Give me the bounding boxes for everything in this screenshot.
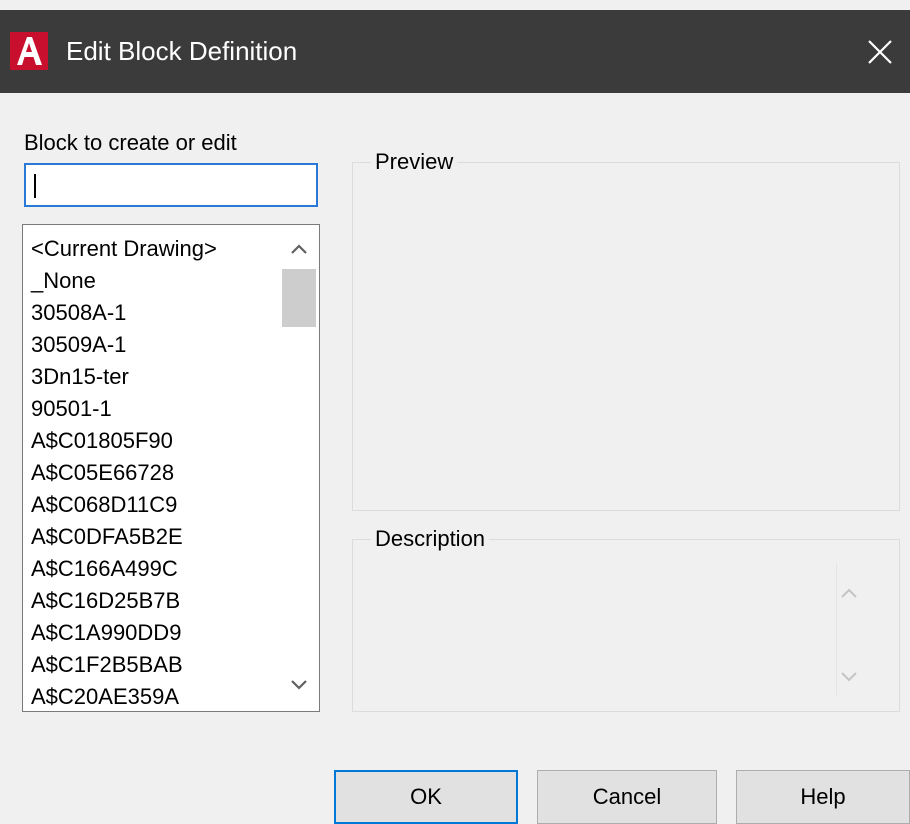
list-item[interactable]: A$C16D25B7B bbox=[31, 585, 281, 617]
scroll-up-button[interactable] bbox=[279, 231, 319, 267]
chevron-up-icon bbox=[291, 244, 307, 254]
description-group: Description bbox=[352, 527, 900, 712]
autocad-logo-icon bbox=[10, 32, 48, 70]
scroll-down-button[interactable] bbox=[279, 667, 319, 703]
list-item[interactable]: A$C068D11C9 bbox=[31, 489, 281, 521]
description-scroll-down[interactable] bbox=[831, 662, 867, 692]
preview-label: Preview bbox=[375, 149, 454, 174]
dialog-title: Edit Block Definition bbox=[66, 36, 298, 66]
chevron-up-icon bbox=[841, 588, 857, 598]
scroll-thumb[interactable] bbox=[282, 269, 316, 327]
text-caret bbox=[34, 174, 36, 198]
block-field-label: Block to create or edit bbox=[24, 130, 237, 155]
list-item[interactable]: A$C01805F90 bbox=[31, 425, 281, 457]
list-item[interactable]: A$C166A499C bbox=[31, 553, 281, 585]
cancel-button[interactable]: Cancel bbox=[537, 770, 717, 824]
list-item[interactable]: 30509A-1 bbox=[31, 329, 281, 361]
close-button[interactable] bbox=[850, 10, 910, 93]
close-icon bbox=[868, 39, 892, 64]
chevron-down-icon bbox=[291, 680, 307, 690]
list-item[interactable]: 3Dn15-ter bbox=[31, 361, 281, 393]
description-label: Description bbox=[375, 526, 486, 551]
block-list-items: <Current Drawing> _None 30508A-1 30509A-1 3D… bbox=[31, 233, 281, 711]
description-scroll-up[interactable] bbox=[831, 578, 867, 608]
list-item[interactable]: 30508A-1 bbox=[31, 297, 281, 329]
block-name-input[interactable] bbox=[24, 163, 318, 207]
list-item[interactable]: _None bbox=[31, 265, 281, 297]
list-item[interactable]: A$C05E66728 bbox=[31, 457, 281, 489]
chevron-down-icon bbox=[841, 672, 857, 682]
block-list-scrollbar[interactable] bbox=[279, 225, 319, 711]
list-item[interactable]: A$C20AE359A bbox=[31, 681, 281, 711]
title-bar: Edit Block Definition bbox=[0, 10, 910, 93]
preview-group: Preview bbox=[352, 150, 900, 511]
list-item[interactable]: A$C0DFA5B2E bbox=[31, 521, 281, 553]
list-item[interactable]: 90501-1 bbox=[31, 393, 281, 425]
list-item[interactable]: A$C1F2B5BAB bbox=[31, 649, 281, 681]
list-item[interactable]: <Current Drawing> bbox=[31, 233, 281, 265]
list-item[interactable]: A$C1A990DD9 bbox=[31, 617, 281, 649]
help-button[interactable]: Help bbox=[736, 770, 910, 824]
ok-button[interactable]: OK bbox=[334, 770, 518, 824]
block-listbox[interactable]: <Current Drawing> _None 30508A-1 30509A-1 3D… bbox=[22, 224, 320, 712]
